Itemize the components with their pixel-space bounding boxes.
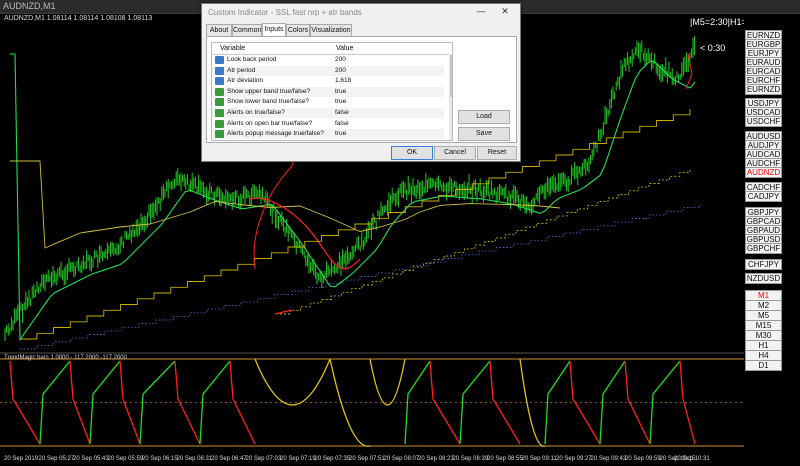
param-name: Show lower band true/false? bbox=[227, 98, 310, 106]
boolean-param-icon bbox=[215, 87, 224, 96]
load-button[interactable]: Load bbox=[458, 110, 510, 124]
time-tick-label: 20 Sep 06:47 bbox=[211, 456, 247, 462]
time-tick-label: 20 Sep 07:35 bbox=[314, 456, 351, 462]
tab-colors[interactable]: Colors bbox=[286, 24, 310, 36]
input-row[interactable]: Alerts on true/false? false bbox=[212, 108, 444, 118]
time-tick-label: 20 Sep 07:03 bbox=[245, 456, 282, 462]
time-tick-label: 20 Sep 08:39 bbox=[452, 456, 489, 462]
time-tick-label: 20 Sep 09:11 bbox=[521, 456, 557, 462]
time-tick-label: 20 Sep 06:31 bbox=[176, 456, 213, 462]
boolean-param-icon bbox=[215, 130, 224, 139]
param-value[interactable]: 200 bbox=[335, 66, 346, 76]
bar-countdown-label: < 0:30 bbox=[700, 43, 726, 53]
dialog-title: Custom Indicator - SSL fast nrp + atr ba… bbox=[208, 8, 362, 17]
grid-header: Variable Value bbox=[212, 43, 452, 55]
param-name: Show upper band true/false? bbox=[227, 87, 311, 95]
column-variable: Variable bbox=[220, 45, 246, 52]
time-tick-label: 20 Sep 08:23 bbox=[418, 456, 454, 462]
input-row[interactable]: Atr deviation 1.618 bbox=[212, 76, 444, 86]
time-tick-label: 20 Sep 06:15 bbox=[142, 456, 178, 462]
window-title: AUDNZD,M1 bbox=[3, 1, 56, 11]
subwindow-indicator-label: TrendMagic bars 1.0000 - 117.2000 -117.2… bbox=[4, 355, 127, 361]
time-tick-label: 20 Sep 09:43 bbox=[590, 456, 627, 462]
time-tick-label: 20 Sep 09:27 bbox=[556, 456, 592, 462]
param-value[interactable]: 200 bbox=[335, 55, 346, 65]
timeframe-button-d1[interactable]: D1 bbox=[745, 360, 782, 371]
column-value: Value bbox=[336, 45, 354, 52]
param-value[interactable]: true bbox=[335, 87, 346, 97]
time-tick-label: 20 Sep 08:55 bbox=[487, 456, 523, 462]
boolean-param-icon bbox=[215, 98, 224, 107]
input-row[interactable]: Show lower band true/false? true bbox=[212, 97, 444, 107]
time-tick-label: 20 Sep 08:07 bbox=[383, 456, 420, 462]
symbol-button-cadjpy[interactable]: CADJPY bbox=[745, 191, 782, 202]
cancel-button[interactable]: Cancel bbox=[434, 146, 476, 160]
input-row[interactable]: Look back period 200 bbox=[212, 55, 444, 65]
close-button[interactable]: ✕ bbox=[498, 6, 512, 17]
inputs-grid: Variable Value Look back period 200 Atr pe… bbox=[211, 42, 453, 141]
numeric-param-icon bbox=[215, 77, 224, 86]
input-row[interactable]: Show upper band true/false? true bbox=[212, 86, 444, 97]
tab-about[interactable]: About bbox=[206, 24, 232, 36]
numeric-param-icon bbox=[215, 56, 224, 64]
param-value[interactable]: false bbox=[335, 108, 349, 118]
time-tick-label: 20 Sep 05:59 bbox=[107, 456, 144, 462]
tab-inputs[interactable]: Inputs bbox=[262, 23, 286, 37]
minimize-button[interactable]: — bbox=[474, 6, 488, 16]
time-tick-label: 20 Sep 05:27 bbox=[38, 456, 75, 462]
time-tick-label: 20 Sep 07:19 bbox=[280, 456, 316, 462]
param-name: Alerts on open bar true/false? bbox=[227, 119, 313, 127]
grid-scrollbar[interactable] bbox=[449, 54, 452, 140]
param-name: Alerts popup message true/false? bbox=[227, 130, 324, 138]
symbol-button-nzdusd[interactable]: NZDUSD bbox=[745, 273, 782, 284]
boolean-param-icon bbox=[215, 109, 224, 117]
param-name: Alerts on true/false? bbox=[227, 109, 285, 116]
param-name: Atr period bbox=[227, 66, 256, 74]
reset-button[interactable]: Reset bbox=[477, 146, 517, 160]
boolean-param-icon bbox=[215, 119, 224, 128]
param-value[interactable]: true bbox=[335, 129, 346, 139]
symbol-ohlc-label: AUDNZD,M1 1.08114 1.08114 1.08108 1.0811… bbox=[4, 15, 153, 22]
tab-visualization[interactable]: Visualization bbox=[310, 24, 352, 36]
numeric-param-icon bbox=[215, 66, 224, 75]
input-row[interactable]: Atr period 200 bbox=[212, 65, 444, 76]
symbol-panel: EURNZD EURGBP EURJPY EURAUD EURCAD EURCHF EURN… bbox=[744, 14, 800, 466]
symbol-button-usdchf[interactable]: USDCHF bbox=[745, 116, 782, 127]
scrollbar-thumb[interactable] bbox=[450, 55, 452, 97]
time-tick-label: 20 Sep 2019 bbox=[4, 456, 39, 462]
param-name: Look back period bbox=[227, 56, 277, 63]
ok-button[interactable]: OK bbox=[391, 146, 433, 160]
symbol-button-audnzd[interactable]: AUDNZD bbox=[745, 167, 782, 178]
save-button[interactable]: Save bbox=[458, 127, 510, 141]
param-value[interactable]: false bbox=[335, 119, 349, 129]
param-name: Atr deviation bbox=[227, 77, 264, 85]
input-row[interactable]: Alerts popup message true/false? true bbox=[212, 129, 444, 140]
symbol-button-eurnzd[interactable]: EURNZD bbox=[745, 84, 782, 95]
tab-common[interactable]: Common bbox=[232, 24, 262, 36]
time-tick-label: 20 Sep 10:31 bbox=[674, 456, 710, 462]
symbol-button-chfjpy[interactable]: CHFJPY bbox=[745, 259, 782, 270]
inputs-panel: Variable Value Look back period 200 Atr pe… bbox=[206, 36, 517, 143]
custom-indicator-dialog: Custom Indicator - SSL fast nrp + atr ba… bbox=[201, 3, 521, 162]
input-row[interactable]: Alerts on open bar true/false? false bbox=[212, 119, 444, 129]
symbol-button-gbpchf[interactable]: GBPCHF bbox=[745, 243, 782, 254]
time-tick-label: 20 Sep 09:59 bbox=[625, 456, 661, 462]
param-value[interactable]: true bbox=[335, 97, 346, 107]
time-tick-label: 20 Sep 05:43 bbox=[73, 456, 109, 462]
param-value[interactable]: 1.618 bbox=[335, 76, 351, 86]
time-tick-label: 20 Sep 07:51 bbox=[349, 456, 385, 462]
